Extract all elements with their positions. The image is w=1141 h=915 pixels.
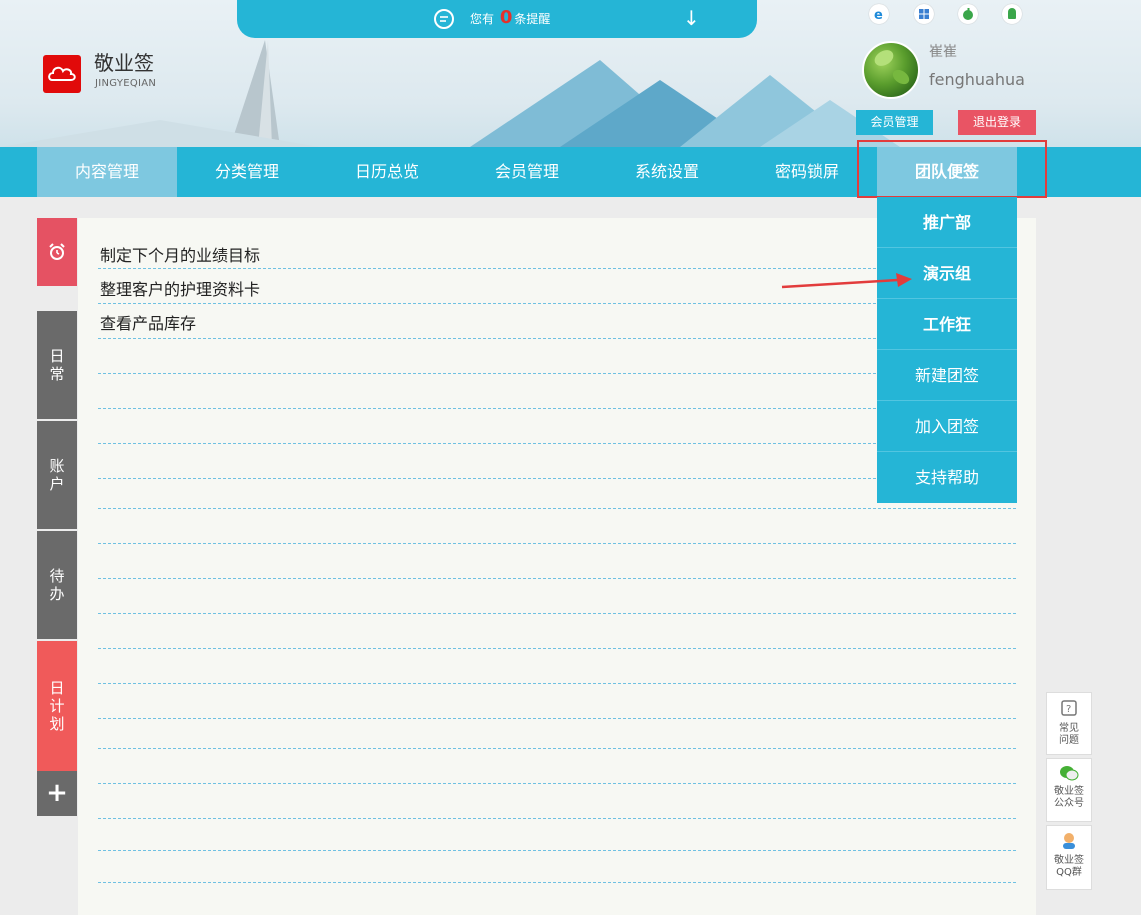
- ruled-line: [98, 882, 1016, 883]
- download-icon[interactable]: ↓: [683, 6, 700, 30]
- ie-icon[interactable]: e: [869, 4, 889, 24]
- wechat-widget[interactable]: 敬业签 公众号: [1046, 758, 1092, 822]
- tab-todo[interactable]: 待办: [37, 531, 77, 639]
- task-item[interactable]: 制定下个月的业绩目标: [100, 246, 260, 266]
- svg-text:?: ?: [1066, 704, 1071, 715]
- apple-icon[interactable]: [958, 4, 978, 24]
- task-item[interactable]: 整理客户的护理资料卡: [100, 280, 260, 300]
- notification-count: 0: [499, 7, 513, 28]
- qq-label-1: 敬业签: [1054, 855, 1084, 866]
- wechat-label-2: 公众号: [1054, 798, 1084, 809]
- dropdown-item-join-team[interactable]: 加入团签: [877, 401, 1017, 452]
- ruled-line: [98, 850, 1016, 851]
- annotation-arrow: [781, 273, 912, 289]
- header: 您有 0 条提醒 ↓ 敬业签 JINGYEQIAN e 崔崔 fenghuahua…: [0, 0, 1141, 147]
- dropdown-item-workaholic[interactable]: 工作狂: [877, 299, 1017, 350]
- question-icon: ?: [1061, 700, 1077, 716]
- wechat-icon: [1060, 766, 1079, 781]
- tab-reminder[interactable]: [37, 218, 77, 286]
- notification-text: 您有 0 条提醒: [470, 7, 551, 28]
- faq-widget[interactable]: ? 常见问题: [1046, 692, 1092, 755]
- logo: [43, 55, 81, 93]
- annotation-highlight-box: [857, 140, 1047, 198]
- logout-button[interactable]: 退出登录: [958, 110, 1036, 135]
- notification-bar[interactable]: 您有 0 条提醒 ↓: [237, 0, 757, 38]
- tab-daily[interactable]: 日常: [37, 311, 77, 419]
- task-item[interactable]: 查看产品库存: [100, 314, 196, 334]
- tab-daily-plan-label: 日计划: [49, 679, 65, 733]
- add-tab-button[interactable]: +: [37, 771, 77, 816]
- brand-name: 敬业签: [94, 51, 154, 75]
- member-management-button[interactable]: 会员管理: [856, 110, 933, 135]
- ruled-line: [98, 818, 1016, 819]
- cloud-logo-icon: [48, 66, 76, 81]
- tab-todo-label: 待办: [49, 567, 65, 603]
- nav-category-management[interactable]: 分类管理: [177, 147, 317, 197]
- user-name: fenghuahua: [929, 70, 1025, 89]
- ruled-line: [98, 508, 1016, 509]
- svg-text:e: e: [874, 8, 883, 21]
- dropdown-item-help[interactable]: 支持帮助: [877, 452, 1017, 503]
- ruled-line: [98, 683, 1016, 684]
- windows-icon[interactable]: [914, 4, 934, 24]
- dropdown-item-promotion[interactable]: 推广部: [877, 197, 1017, 248]
- ruled-line: [98, 543, 1016, 544]
- user-nickname: 崔崔: [929, 44, 957, 60]
- message-icon: [434, 9, 454, 29]
- nav-password-lock[interactable]: 密码锁屏: [737, 147, 877, 197]
- dropdown-item-new-team[interactable]: 新建团签: [877, 350, 1017, 401]
- alarm-clock-icon: [49, 243, 65, 260]
- tab-account-label: 账户: [49, 457, 65, 493]
- ruled-line: [98, 613, 1016, 614]
- ruled-line: [98, 718, 1016, 719]
- tab-daily-label: 日常: [49, 347, 65, 383]
- wechat-label-1: 敬业签: [1054, 786, 1084, 797]
- qq-label-2: QQ群: [1056, 867, 1082, 878]
- ruled-line: [98, 783, 1016, 784]
- qq-group-icon: [1063, 833, 1075, 849]
- android-icon[interactable]: [1002, 4, 1022, 24]
- ruled-line: [98, 578, 1016, 579]
- faq-label: 常见问题: [1059, 723, 1079, 746]
- ruled-line: [98, 648, 1016, 649]
- tab-account[interactable]: 账户: [37, 421, 77, 529]
- tab-daily-plan[interactable]: 日计划: [37, 641, 77, 771]
- nav-content-management[interactable]: 内容管理: [37, 147, 177, 197]
- nav-system-settings[interactable]: 系统设置: [597, 147, 737, 197]
- avatar[interactable]: [862, 41, 920, 99]
- ruled-line: [98, 748, 1016, 749]
- nav-member-management[interactable]: 会员管理: [457, 147, 597, 197]
- team-notes-dropdown: 推广部 演示组 工作狂 新建团签 加入团签 支持帮助: [877, 197, 1017, 503]
- nav-calendar-overview[interactable]: 日历总览: [317, 147, 457, 197]
- brand-subtitle: JINGYEQIAN: [95, 78, 157, 89]
- qq-widget[interactable]: 敬业签 QQ群: [1046, 825, 1092, 890]
